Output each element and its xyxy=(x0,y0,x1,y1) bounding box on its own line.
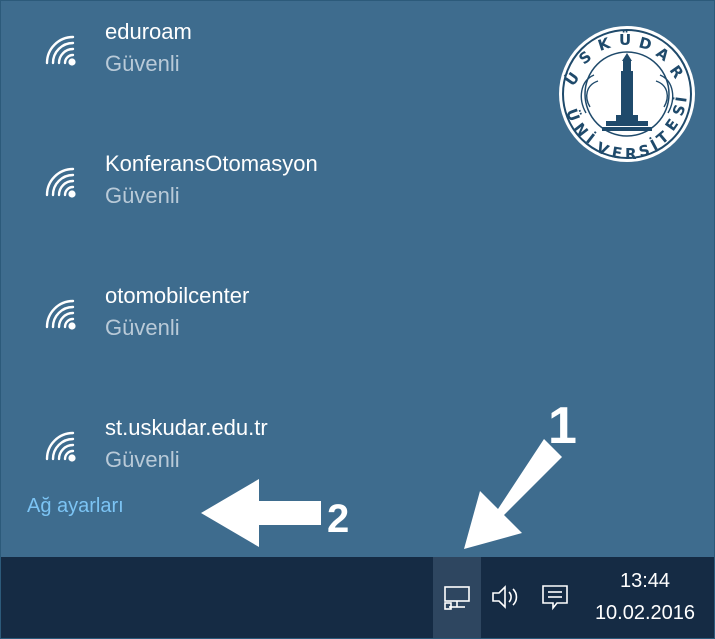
wifi-icon xyxy=(45,431,76,462)
network-item-eduroam[interactable]: eduroam Güvenli xyxy=(1,17,541,107)
clock-time: 13:44 xyxy=(619,570,671,592)
arrow-1-annotation: 1 xyxy=(464,397,577,549)
network-security: Güvenli xyxy=(105,183,180,208)
university-logo: Ü S K Ü D A R Ü N İ V E R S İ T E S İ xyxy=(559,26,695,163)
wifi-icon xyxy=(45,299,76,330)
network-name: eduroam xyxy=(105,19,192,44)
network-name: KonferansOtomasyon xyxy=(105,151,318,176)
svg-text:Ü: Ü xyxy=(619,30,631,49)
network-security: Güvenli xyxy=(105,315,180,340)
network-tray-button[interactable] xyxy=(433,557,481,638)
arrow-2-annotation: 2 xyxy=(201,479,349,547)
clock-date: 10.02.2016 xyxy=(594,602,696,624)
network-security: Güvenli xyxy=(105,51,180,76)
network-item-otomobilcenter[interactable]: otomobilcenter Güvenli xyxy=(1,281,541,371)
network-item-konferansotomasyon[interactable]: KonferansOtomasyon Güvenli xyxy=(1,149,541,239)
network-name: otomobilcenter xyxy=(105,283,250,308)
svg-text:R: R xyxy=(625,145,637,163)
network-icon xyxy=(444,586,470,610)
system-clock[interactable]: 13:44 10.02.2016 xyxy=(583,567,707,627)
wifi-icon xyxy=(45,167,76,198)
network-settings-link[interactable]: Ağ ayarları xyxy=(27,493,124,519)
arrow-1-label: 1 xyxy=(548,397,577,455)
screenshot-frame: eduroam Güvenli KonferansOtomasyon Güven… xyxy=(0,0,715,639)
action-center-icon[interactable] xyxy=(539,581,571,613)
wifi-icon xyxy=(45,35,76,66)
network-flyout: eduroam Güvenli KonferansOtomasyon Güven… xyxy=(1,1,714,557)
arrow-2-label: 2 xyxy=(327,497,349,541)
taskbar: 13:44 10.02.2016 xyxy=(1,557,714,638)
network-name: st.uskudar.edu.tr xyxy=(105,415,268,440)
volume-icon[interactable] xyxy=(489,581,521,613)
network-security: Güvenli xyxy=(105,447,180,472)
